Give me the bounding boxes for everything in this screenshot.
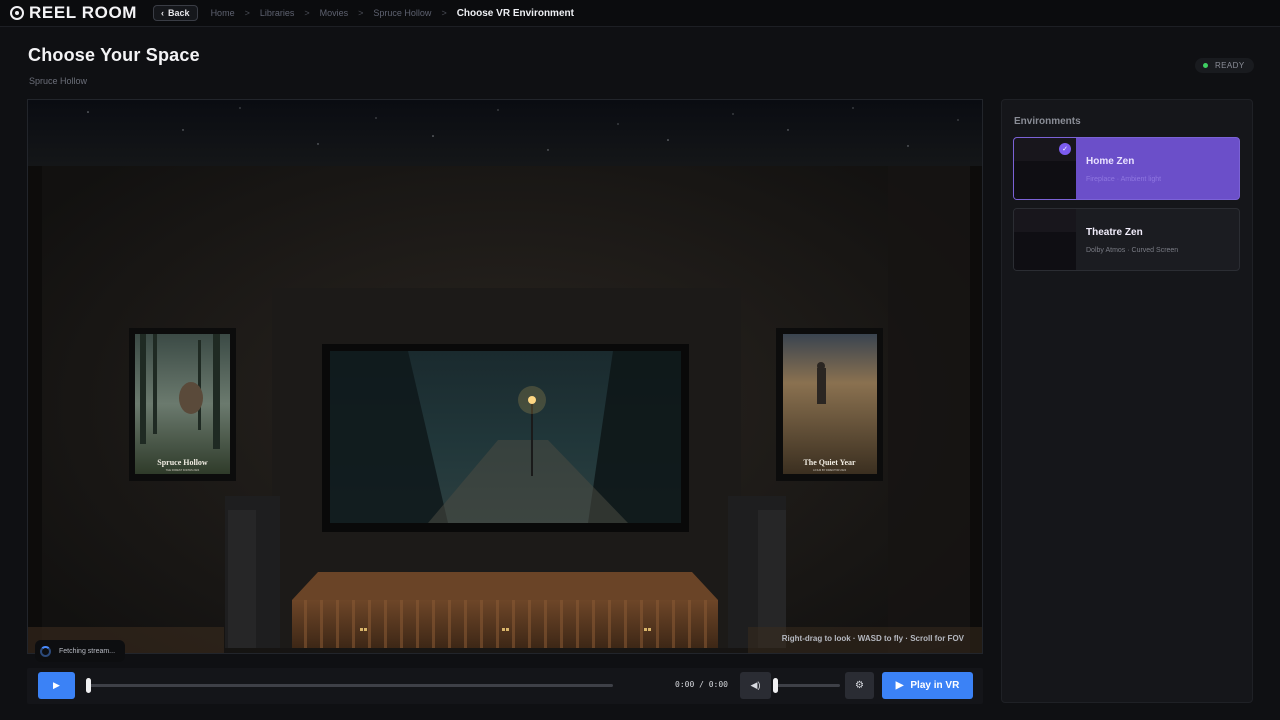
loading-spinner-icon (40, 645, 51, 657)
app-logo[interactable]: REEL ROOM (10, 3, 137, 23)
volume-slider[interactable] (775, 684, 840, 687)
poster-left-tagline: THE FOREST KNOWS 2024 (166, 468, 200, 472)
settings-button[interactable]: ⚙ (845, 672, 874, 699)
media-cabinet (292, 570, 718, 648)
poster-right-tagline: A FILM BY DIRECTOR 2024 (813, 468, 847, 472)
time-display: 0:00 / 0:00 (675, 680, 728, 689)
fetch-status-toast: Fetching stream... (35, 640, 126, 662)
environment-name: Home Zen (1086, 156, 1135, 167)
environment-card-theatre-zen[interactable]: Theatre Zen Dolby Atmos · Curved Screen (1013, 208, 1240, 271)
back-label: Back (168, 8, 190, 18)
back-button[interactable]: ‹ Back (153, 5, 198, 21)
breadcrumb-home[interactable]: Home (211, 8, 235, 18)
environment-name: Theatre Zen (1086, 227, 1143, 238)
fetch-status-label: Fetching stream... (59, 647, 116, 655)
environments-title: Environments (1014, 116, 1081, 127)
environment-thumbnail (1014, 209, 1076, 270)
breadcrumb-current: Choose VR Environment (456, 7, 574, 19)
play-icon: ▶ (53, 680, 60, 690)
check-icon: ✓ (1059, 143, 1071, 155)
breadcrumb-movies[interactable]: Movies (320, 8, 349, 18)
poster-left: Spruce Hollow THE FOREST KNOWS 2024 (129, 328, 236, 481)
film-reel-icon (10, 6, 24, 20)
room-scene: Spruce Hollow THE FOREST KNOWS 2024 The … (28, 100, 982, 653)
breadcrumb-separator: > (358, 8, 364, 18)
breadcrumb-title[interactable]: Spruce Hollow (373, 8, 431, 18)
app-name: REEL ROOM (29, 3, 138, 22)
chevron-left-icon: ‹ (161, 8, 165, 18)
environment-card-home-zen[interactable]: ✓ Home Zen Fireplace · Ambient light (1013, 137, 1240, 200)
play-in-vr-label: Play in VR (910, 680, 960, 691)
page-title: Choose Your Space (28, 45, 200, 65)
tv-screen (322, 344, 689, 532)
environment-description: Dolby Atmos · Curved Screen (1086, 247, 1179, 254)
gear-icon: ⚙ (855, 680, 864, 691)
play-icon: ▶ (895, 680, 904, 691)
poster-right: The Quiet Year A FILM BY DIRECTOR 2024 (776, 328, 883, 481)
play-in-vr-button[interactable]: ▶ Play in VR (882, 672, 973, 699)
play-button[interactable]: ▶ (38, 672, 75, 699)
status-dot-icon (1203, 63, 1208, 68)
status-label: READY (1215, 61, 1245, 70)
status-badge: READY (1195, 58, 1254, 73)
poster-right-title: The Quiet Year (803, 458, 856, 467)
top-nav: REEL ROOM ‹ Back Home > Libraries > Movi… (0, 0, 1280, 27)
page-subtitle: Spruce Hollow (29, 76, 88, 86)
seek-bar[interactable] (89, 684, 613, 687)
breadcrumb: Home > Libraries > Movies > Spruce Hollo… (211, 8, 574, 19)
breadcrumb-separator: > (244, 8, 250, 18)
breadcrumb-libraries[interactable]: Libraries (260, 8, 295, 18)
breadcrumb-separator: > (304, 8, 310, 18)
environments-panel: Environments ✓ Home Zen Fireplace · Ambi… (1001, 99, 1253, 703)
environment-description: Fireplace · Ambient light (1086, 176, 1162, 183)
player-controls: ▶ 0:00 / 0:00 ◀) ⚙ ▶ Play in VR (27, 668, 983, 704)
volume-icon: ◀) (750, 680, 761, 690)
mute-button[interactable]: ◀) (740, 672, 771, 699)
camera-controls-hint: Right-drag to look · WASD to fly · Scrol… (781, 634, 964, 643)
poster-left-title: Spruce Hollow (157, 458, 208, 467)
seek-handle[interactable] (86, 678, 91, 693)
volume-handle[interactable] (773, 678, 778, 693)
vr-preview-viewport[interactable]: Spruce Hollow THE FOREST KNOWS 2024 The … (27, 99, 983, 654)
breadcrumb-separator: > (441, 8, 447, 18)
